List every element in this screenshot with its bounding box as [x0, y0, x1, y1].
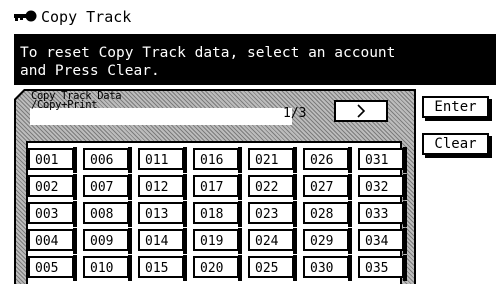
- account-button[interactable]: 013: [138, 201, 187, 227]
- clear-button[interactable]: Clear: [422, 133, 489, 155]
- instruction-message: To reset Copy Track data, select an acco…: [14, 34, 496, 85]
- panel-title-line-2: /Copy+Print: [31, 99, 98, 111]
- message-line-2: and Press Clear.: [20, 63, 160, 79]
- key-icon: [14, 10, 37, 22]
- account-button[interactable]: 001: [28, 147, 77, 173]
- account-button[interactable]: 034: [358, 228, 407, 254]
- account-button[interactable]: 020: [193, 255, 242, 281]
- account-button[interactable]: 025: [248, 255, 297, 281]
- page-indicator: 1/3: [283, 106, 307, 121]
- enter-button[interactable]: Enter: [422, 96, 489, 118]
- account-button[interactable]: 035: [358, 255, 407, 281]
- app-title: Copy Track: [41, 8, 132, 26]
- account-button[interactable]: 017: [193, 174, 242, 200]
- account-button[interactable]: 014: [138, 228, 187, 254]
- account-button[interactable]: 027: [303, 174, 352, 200]
- account-button[interactable]: 010: [83, 255, 132, 281]
- next-page-button[interactable]: [334, 100, 388, 122]
- account-button[interactable]: 015: [138, 255, 187, 281]
- account-button[interactable]: 033: [358, 201, 407, 227]
- account-button[interactable]: 031: [358, 147, 407, 173]
- account-button[interactable]: 006: [83, 147, 132, 173]
- account-grid: 001 006 011 016 021 026 031 002 007 012 017 022 027 0…: [28, 147, 407, 284]
- account-button[interactable]: 032: [358, 174, 407, 200]
- account-button[interactable]: 019: [193, 228, 242, 254]
- account-button[interactable]: 024: [248, 228, 297, 254]
- account-button[interactable]: 028: [303, 201, 352, 227]
- message-line-1: To reset Copy Track data, select an acco…: [20, 45, 396, 61]
- title-bar: Copy Track: [0, 0, 496, 34]
- account-button[interactable]: 003: [28, 201, 77, 227]
- account-button[interactable]: 030: [303, 255, 352, 281]
- account-button[interactable]: 005: [28, 255, 77, 281]
- account-button[interactable]: 002: [28, 174, 77, 200]
- account-button[interactable]: 029: [303, 228, 352, 254]
- account-button[interactable]: 023: [248, 201, 297, 227]
- account-button[interactable]: 018: [193, 201, 242, 227]
- account-button[interactable]: 026: [303, 147, 352, 173]
- account-button[interactable]: 016: [193, 147, 242, 173]
- chevron-right-icon: [357, 104, 366, 118]
- account-button[interactable]: 008: [83, 201, 132, 227]
- account-button[interactable]: 007: [83, 174, 132, 200]
- account-button[interactable]: 022: [248, 174, 297, 200]
- account-button[interactable]: 009: [83, 228, 132, 254]
- account-button[interactable]: 012: [138, 174, 187, 200]
- account-button[interactable]: 011: [138, 147, 187, 173]
- account-button[interactable]: 004: [28, 228, 77, 254]
- account-button[interactable]: 021: [248, 147, 297, 173]
- panel-title: Copy Track Data /Copy+Print: [31, 91, 191, 111]
